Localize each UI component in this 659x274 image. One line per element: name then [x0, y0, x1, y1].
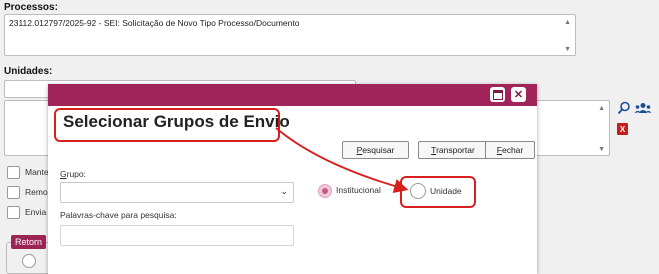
annotation-arrow: [275, 127, 409, 193]
